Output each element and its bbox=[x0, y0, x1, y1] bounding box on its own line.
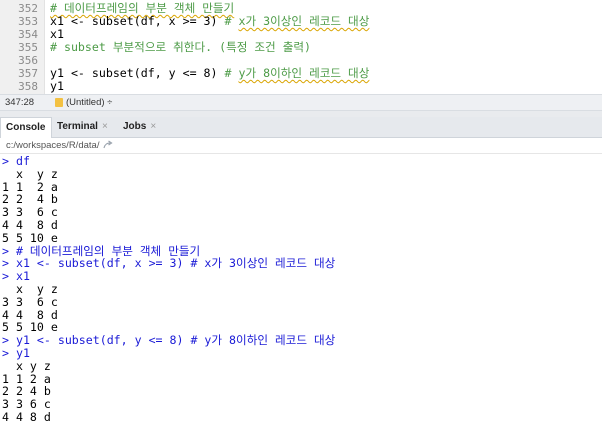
tab-label: Console bbox=[6, 122, 46, 133]
console-output[interactable]: > df x y z1 1 2 a2 2 4 b3 3 6 c4 4 8 d5 … bbox=[0, 154, 602, 426]
code-line[interactable]: y1 bbox=[50, 80, 64, 93]
code-line[interactable]: x1 <- subset(df, x >= 3) # x가 3이상인 레코드 대… bbox=[50, 15, 369, 28]
code-line[interactable]: # subset 부분적으로 취한다. (특정 조건 출력) bbox=[50, 41, 311, 54]
working-directory-bar: c:/workspaces/R/data/ bbox=[0, 138, 602, 154]
line-number: 352 bbox=[18, 2, 38, 15]
line-number-gutter: 352 353 354 355 356 357 358 bbox=[0, 0, 45, 94]
console-output-line: 4 4 8 d bbox=[2, 410, 51, 424]
tab-console[interactable]: Console bbox=[0, 117, 52, 139]
tab-label: Jobs bbox=[123, 121, 147, 132]
console-input-line: > y1 bbox=[2, 346, 30, 360]
source-editor[interactable]: 352 353 354 355 356 357 358 # 데이터프레임의 부분… bbox=[0, 0, 602, 94]
console-output-line: x y z bbox=[2, 282, 58, 296]
console-input-line: > x1 <- subset(df, x >= 3) # x가 3이상인 레코드… bbox=[2, 256, 336, 271]
line-number: 354 bbox=[18, 28, 38, 41]
code-comment: # subset 부분적으로 취한다. (특정 조건 출력) bbox=[50, 40, 312, 54]
code-line[interactable]: y1 <- subset(df, y <= 8) # y가 8이하인 레코드 대… bbox=[50, 67, 369, 80]
code-comment: # 데이터프레임의 부분 객체 만들기 bbox=[50, 1, 235, 15]
console-input-line: > y1 <- subset(df, y <= 8) # y가 8이하인 레코드… bbox=[2, 333, 336, 348]
code-comment-spellcheck: x가 3이상인 레코드 대상 bbox=[238, 14, 370, 28]
close-icon[interactable]: × bbox=[102, 121, 108, 132]
line-number: 353 bbox=[18, 15, 38, 28]
code-comment: # bbox=[224, 14, 239, 28]
scope-selector[interactable]: (Untitled) ÷ bbox=[66, 96, 112, 109]
code-text: y1 bbox=[50, 79, 64, 93]
cursor-position: 347:28 bbox=[5, 97, 35, 108]
console-output-line: 5 5 10 e bbox=[2, 230, 58, 245]
code-text: x1 <- subset(df, x >= 3) bbox=[50, 14, 225, 28]
line-number: 356 bbox=[18, 54, 38, 67]
code-text: x1 bbox=[50, 27, 64, 41]
console-output-line: 4 4 8 d bbox=[2, 218, 58, 232]
console-input-line: > df bbox=[2, 154, 30, 168]
code-text: y1 <- subset(df, y <= 8) bbox=[50, 66, 225, 80]
console-tab-bar: Console Terminal × Jobs × bbox=[0, 117, 602, 139]
working-directory-path: c:/workspaces/R/data/ bbox=[6, 140, 100, 151]
line-number: 358 bbox=[18, 80, 38, 93]
tab-jobs[interactable]: Jobs × bbox=[118, 117, 161, 137]
code-comment-spellcheck: y가 8이하인 레코드 대상 bbox=[238, 66, 370, 80]
tab-label: Terminal bbox=[57, 121, 98, 132]
line-number: 357 bbox=[18, 67, 38, 80]
document-icon bbox=[55, 98, 63, 107]
console-output-line: 3 3 6 c bbox=[2, 294, 58, 309]
console-output-line: x y z bbox=[2, 358, 51, 373]
editor-status-bar: 347:28 (Untitled) ÷ bbox=[0, 94, 602, 111]
tab-terminal[interactable]: Terminal × bbox=[52, 117, 113, 137]
code-comment: # bbox=[224, 66, 239, 80]
close-icon[interactable]: × bbox=[150, 121, 156, 132]
line-number: 355 bbox=[18, 41, 38, 54]
go-to-directory-icon[interactable] bbox=[103, 140, 113, 150]
console-output-line: x y z bbox=[2, 166, 58, 181]
